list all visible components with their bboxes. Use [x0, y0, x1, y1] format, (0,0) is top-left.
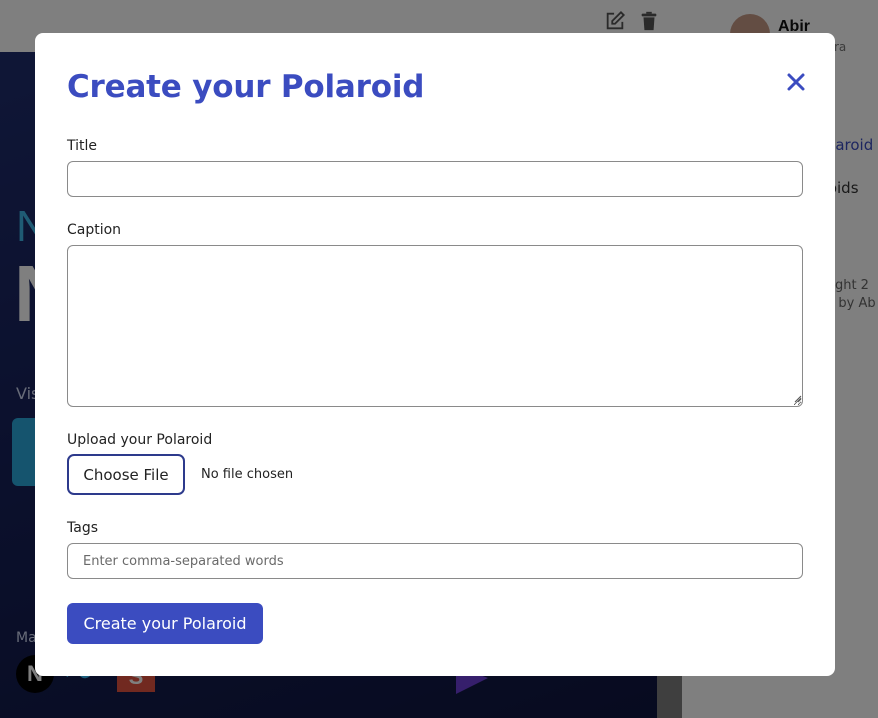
title-input[interactable]	[67, 161, 803, 197]
caption-label: Caption	[67, 222, 122, 238]
caption-textarea[interactable]	[67, 245, 803, 407]
modal-title: Create your Polaroid	[67, 69, 425, 105]
tags-input[interactable]	[67, 543, 803, 579]
create-polaroid-modal: Create your Polaroid Title Caption Uploa…	[35, 33, 835, 676]
choose-file-button[interactable]: Choose File	[67, 454, 185, 495]
resize-handle-icon[interactable]	[794, 395, 802, 403]
create-polaroid-button[interactable]: Create your Polaroid	[67, 603, 263, 644]
title-label: Title	[67, 138, 98, 154]
upload-label: Upload your Polaroid	[67, 432, 213, 448]
tags-label: Tags	[67, 520, 98, 536]
close-icon[interactable]	[783, 69, 809, 95]
file-status: No file chosen	[201, 467, 294, 482]
